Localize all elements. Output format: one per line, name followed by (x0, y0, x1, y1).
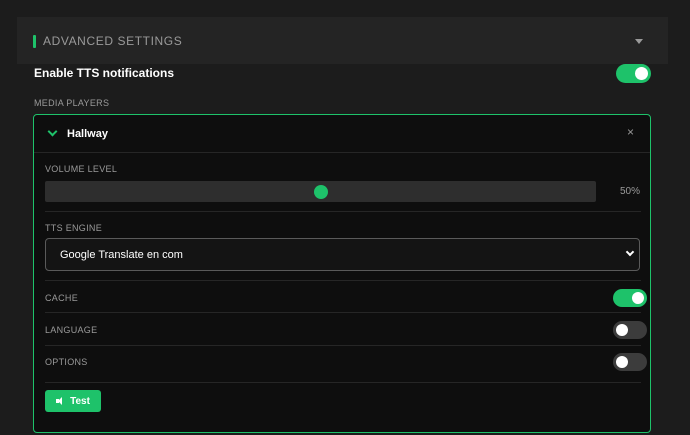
test-button-label: Test (70, 395, 90, 407)
media-player-name: Hallway (67, 128, 108, 140)
test-button[interactable]: Test (45, 390, 101, 412)
volume-slider-thumb[interactable] (313, 185, 328, 199)
tts-notifications-label: Enable TTS notifications (34, 66, 175, 80)
toggle-knob (635, 67, 648, 80)
advanced-settings-header[interactable]: ADVANCED SETTINGS (17, 17, 668, 64)
divider (45, 280, 641, 281)
tts-engine-select[interactable]: Google Translate en com (45, 238, 640, 271)
options-label: OPTIONS (45, 357, 88, 367)
divider (45, 345, 641, 346)
divider (45, 211, 641, 212)
media-players-label: MEDIA PLAYERS (34, 98, 110, 108)
toggle-knob (616, 356, 628, 368)
chevron-down-icon[interactable] (47, 126, 58, 137)
cache-label: CACHE (45, 293, 79, 303)
media-player-card: Hallway × VOLUME LEVEL 50% TTS ENGINE Go… (33, 114, 651, 433)
toggle-knob (616, 324, 628, 336)
media-player-header[interactable]: Hallway × (34, 115, 650, 153)
toggle-knob (632, 292, 644, 304)
volume-value: 50% (619, 186, 640, 197)
divider (45, 312, 641, 313)
tts-engine-selected: Google Translate en com (60, 249, 183, 261)
language-label: LANGUAGE (45, 325, 98, 335)
accent-bar (33, 35, 36, 48)
close-icon[interactable]: × (627, 126, 634, 138)
tts-engine-label: TTS ENGINE (45, 223, 103, 233)
chevron-down-icon (625, 247, 635, 257)
chevron-down-icon[interactable] (635, 39, 643, 44)
speaker-icon (56, 397, 64, 405)
tts-notifications-toggle[interactable] (616, 64, 651, 83)
options-toggle[interactable] (613, 353, 647, 371)
divider (45, 382, 641, 383)
volume-slider[interactable] (45, 181, 596, 202)
cache-toggle[interactable] (613, 289, 647, 307)
volume-level-label: VOLUME LEVEL (45, 164, 118, 174)
language-toggle[interactable] (613, 321, 647, 339)
panel-title: ADVANCED SETTINGS (43, 34, 183, 48)
